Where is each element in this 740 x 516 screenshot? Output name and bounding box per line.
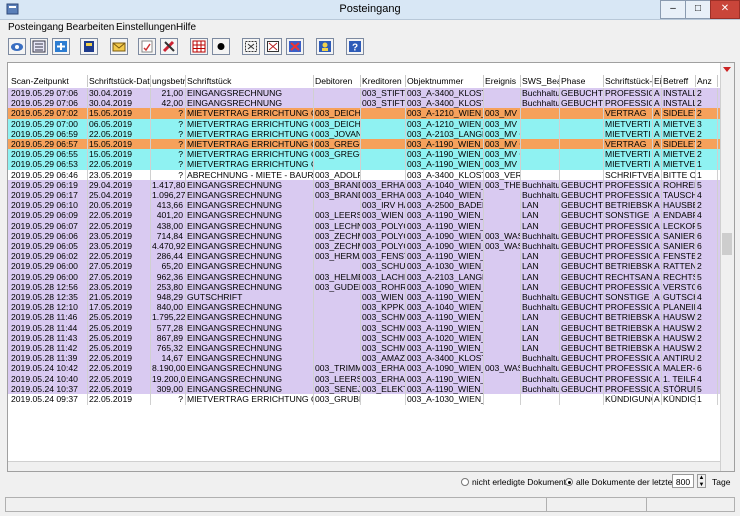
column-header[interactable]: Schriftstück-T (604, 75, 653, 87)
column-header[interactable]: Betreff (662, 75, 696, 87)
column-header[interactable]: Ei (653, 75, 662, 87)
column-header[interactable]: Schriftstück-Dat (88, 75, 151, 87)
days-unit-label: Tage (712, 477, 731, 487)
document-button[interactable] (138, 38, 156, 55)
column-header[interactable]: Ereignis (484, 75, 521, 87)
column-header[interactable]: Phase (560, 75, 604, 87)
grid-button[interactable] (190, 38, 208, 55)
days-input[interactable]: 800 (672, 474, 694, 488)
delete-button[interactable] (286, 38, 304, 55)
table-cell (361, 394, 406, 405)
radio-all-label: alle Dokumente der letzten (576, 477, 678, 487)
tools-icon (162, 40, 175, 53)
column-header[interactable]: ungsbetrag (151, 75, 186, 87)
minimize-button[interactable]: – (660, 0, 686, 19)
add-icon (55, 41, 67, 52)
list-button[interactable] (30, 38, 48, 55)
table-cell: 003_A-1030_WIEN_T (407, 394, 484, 405)
column-header[interactable]: Scan-Zeitpunkt (10, 75, 88, 87)
select-icon (245, 41, 257, 52)
scroll-up-icon (723, 67, 731, 72)
svg-text:?: ? (352, 43, 358, 54)
document-grid[interactable]: Scan-ZeitpunktSchriftstück-Datungsbetrag… (7, 62, 735, 472)
help-icon: ? (349, 41, 361, 54)
grid-header: Scan-ZeitpunktSchriftstück-Datungsbetrag… (8, 75, 720, 87)
toolbar: ? (0, 36, 740, 58)
column-header[interactable]: Anz (696, 75, 718, 87)
title-bar: Posteingang – □ ✕ (0, 0, 740, 20)
user-button[interactable] (316, 38, 334, 55)
window-title: Posteingang (339, 3, 401, 15)
mark-button[interactable] (264, 38, 282, 55)
radio-all-documents[interactable] (565, 478, 573, 486)
select-button[interactable] (242, 38, 260, 55)
record-icon (217, 43, 225, 50)
mail-icon (112, 42, 126, 52)
menu-einstellungen[interactable]: Einstellungen (116, 22, 176, 33)
table-cell: A (653, 394, 662, 405)
table-cell: KÜNDIGUNG (605, 394, 653, 405)
status-bar (5, 497, 735, 512)
delete-icon (289, 41, 301, 52)
record-button[interactable] (212, 38, 230, 55)
table-cell: 22.05.2019 (88, 394, 151, 405)
days-stepper[interactable]: ▲ ▼ (697, 474, 706, 488)
maximize-button[interactable]: □ (685, 0, 711, 19)
status-segment (546, 498, 547, 511)
table-cell: KÜNDIG (663, 394, 696, 405)
column-header[interactable]: Debitoren (314, 75, 361, 87)
open-icon (11, 43, 23, 51)
open-button[interactable] (8, 38, 26, 55)
menu-posteingang[interactable]: Posteingang (8, 22, 64, 33)
table-cell: ? (151, 394, 186, 405)
menu-bearbeiten[interactable]: Bearbeiten (66, 22, 114, 33)
column-header[interactable]: Schriftstück (186, 75, 314, 87)
status-segment (646, 498, 647, 511)
radio-open-label: nicht erledigte Dokumente (472, 477, 571, 487)
add-button[interactable] (52, 38, 70, 55)
table-cell: 2019.05.24 09:37 (10, 394, 88, 405)
list-icon (32, 40, 46, 53)
horizontal-scrollbar[interactable] (8, 461, 720, 471)
column-header[interactable]: Kreditoren (361, 75, 406, 87)
scroll-thumb[interactable] (722, 233, 732, 255)
table-cell: 1 (696, 394, 718, 405)
close-button[interactable]: ✕ (710, 0, 740, 19)
book-button[interactable] (80, 38, 98, 55)
filter-bar: nicht erledigte Dokumente alle Dokumente… (0, 472, 740, 494)
table-cell (521, 394, 560, 405)
table-cell: 003_GRUBE (315, 394, 361, 405)
mail-button[interactable] (110, 38, 128, 55)
menu-hilfe[interactable]: Hilfe (176, 22, 196, 33)
menu-bar: Posteingang Bearbeiten Einstellungen Hil… (0, 20, 740, 36)
radio-open-documents[interactable] (461, 478, 469, 486)
column-header[interactable]: Objektnummer (406, 75, 484, 87)
vertical-scrollbar[interactable] (720, 63, 734, 471)
help-button[interactable]: ? (346, 38, 364, 55)
mark-icon (267, 41, 279, 52)
document-icon (141, 40, 153, 53)
column-header[interactable]: SWS_Bea (521, 75, 560, 87)
grid-icon (192, 40, 206, 53)
table-row[interactable]: 2019.05.24 09:37 22.05.2019? MIETVERTRAG E… (8, 394, 720, 405)
table-cell (560, 394, 604, 405)
user-icon (319, 41, 331, 52)
table-cell (484, 394, 521, 405)
book-icon (84, 41, 94, 52)
tools-button[interactable] (160, 38, 178, 55)
table-cell: MIETVERTRAG ERRICHTUNG ODE (186, 394, 314, 405)
